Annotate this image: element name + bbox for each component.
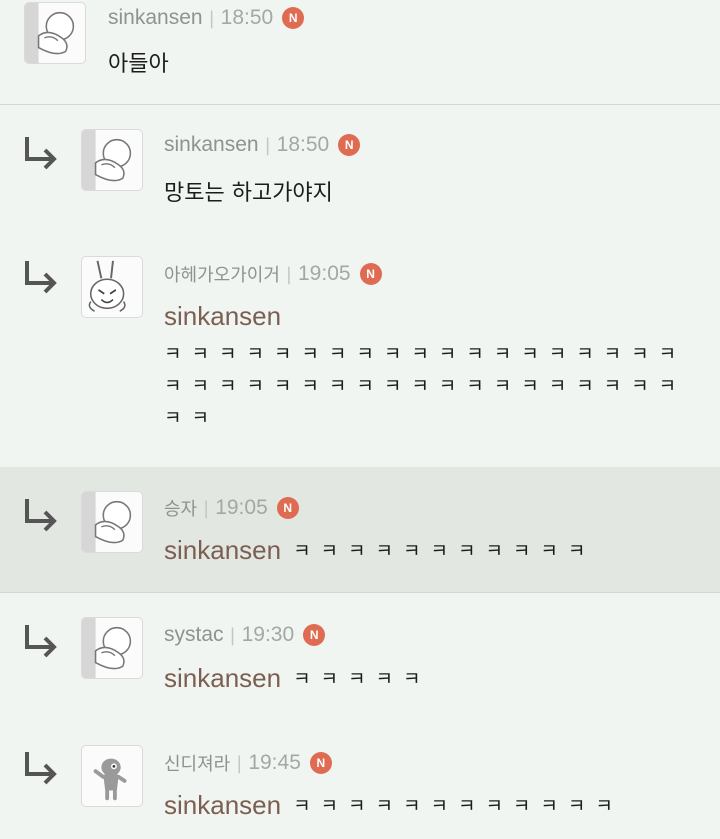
meta-separator: | (208, 7, 215, 29)
creature-figure-icon (93, 758, 127, 801)
new-badge: N (309, 752, 332, 774)
comment-text: 아들아 (108, 52, 169, 77)
reply-item: systac | 19:30 N sinkansen ㅋㅋㅋㅋㅋ (0, 593, 720, 718)
avatar[interactable] (81, 256, 143, 318)
rabbit-emoticon-icon (88, 260, 126, 312)
new-badge: N (303, 624, 326, 646)
reply-arrow-icon (25, 499, 57, 532)
comment-time: 18:50 (220, 6, 274, 29)
avatar[interactable] (81, 129, 143, 191)
comment-author[interactable]: sinkansen (164, 133, 259, 157)
reply-arrow-icon (25, 752, 57, 785)
mention-link[interactable]: sinkansen (164, 663, 281, 693)
emoticon-face-icon (82, 492, 132, 552)
mention-link[interactable]: sinkansen (164, 790, 281, 820)
comment-time: 19:45 (248, 751, 301, 774)
new-badge: N (276, 497, 299, 519)
avatar[interactable] (24, 2, 86, 64)
comment-time: 19:30 (241, 623, 295, 646)
meta-separator: | (203, 497, 210, 519)
emoticon-face-icon (82, 618, 132, 678)
mention-link[interactable]: sinkansen (164, 535, 281, 565)
comment-text: 망토는 하고가야지 (164, 181, 333, 206)
reply-item: sinkansen | 18:50 N 망토는 하고가야지 (0, 105, 720, 227)
reply-arrow-icon (25, 625, 57, 658)
comment-time: 18:50 (276, 133, 330, 156)
avatar[interactable] (81, 491, 143, 553)
avatar[interactable] (81, 745, 143, 807)
emoticon-face-icon (25, 3, 75, 63)
comment-text: ㅋㅋㅋㅋㅋㅋㅋㅋㅋㅋㅋㅋ (293, 795, 623, 817)
meta-separator: | (264, 134, 271, 156)
comment-text-line: ㅋㅋㅋㅋㅋㅋㅋㅋㅋㅋㅋㅋㅋㅋㅋㅋㅋㅋㅋ (164, 343, 687, 365)
meta-separator: | (285, 263, 292, 285)
new-badge: N (359, 263, 382, 285)
comment-thread: sinkansen | 18:50 N 아들아 sinkansen | 18:5… (0, 0, 720, 839)
comment-time: 19:05 (215, 496, 268, 519)
comment-author[interactable]: 신디져라 (164, 750, 230, 776)
emoticon-face-icon (82, 130, 132, 190)
new-badge: N (338, 134, 361, 156)
meta-separator: | (229, 624, 236, 646)
comment-author[interactable]: systac (164, 623, 224, 647)
comment-text: ㅋㅋㅋㅋㅋ (293, 668, 431, 690)
reply-item-highlighted: 승자 | 19:05 N sinkansen ㅋㅋㅋㅋㅋㅋㅋㅋㅋㅋㅋ (0, 467, 720, 592)
reply-arrow-icon (25, 261, 57, 294)
comment-author[interactable]: 아헤가오가이거 (164, 261, 280, 287)
reply-arrow-icon (25, 137, 57, 170)
comment-author[interactable]: sinkansen (108, 6, 203, 30)
comment-time: 19:05 (298, 262, 351, 285)
comment-text-line: ㅋㅋㅋㅋㅋㅋㅋㅋㅋㅋㅋㅋㅋㅋㅋㅋㅋㅋㅋ (164, 375, 687, 397)
comment-text: ㅋㅋㅋㅋㅋㅋㅋㅋㅋㅋㅋ (293, 540, 596, 562)
new-badge: N (282, 7, 305, 29)
comment-text-line: ㅋㅋ (164, 407, 219, 429)
mention-link[interactable]: sinkansen (164, 301, 688, 332)
avatar[interactable] (81, 617, 143, 679)
reply-item: 아헤가오가이거 | 19:05 N sinkansen ㅋㅋㅋㅋㅋㅋㅋㅋㅋㅋㅋㅋ… (0, 227, 720, 467)
reply-item: 신디져라 | 19:45 N sinkansen ㅋㅋㅋㅋㅋㅋㅋㅋㅋㅋㅋㅋ (0, 718, 720, 839)
meta-separator: | (236, 752, 243, 774)
comment-author[interactable]: 승자 (164, 495, 197, 521)
comment-item: sinkansen | 18:50 N 아들아 (0, 0, 720, 104)
